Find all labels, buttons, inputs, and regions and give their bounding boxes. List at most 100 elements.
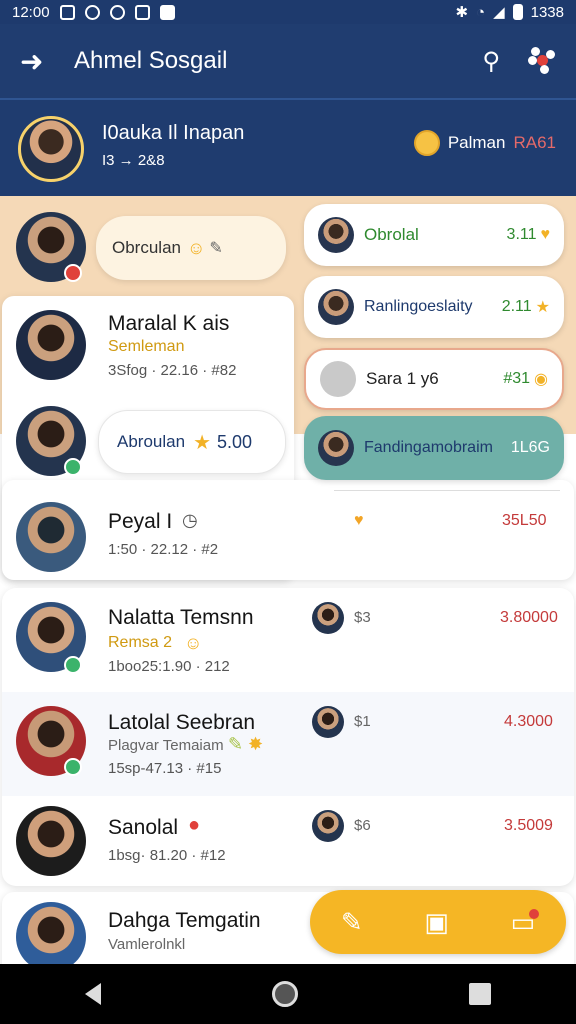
chip-avatar [318,430,354,466]
sparkle-icon: ✸ [248,734,264,754]
row-count: $3 [354,609,371,626]
page-title: Ahmel Sosgail [74,47,228,74]
row-value: 3.80000 [500,609,558,626]
avatar[interactable] [16,902,86,972]
coin-icon: ◉ [534,371,548,388]
smile-icon: ☺ [184,633,203,653]
row-value: 3.5009 [504,817,553,834]
chip-label: Obrolal [364,225,419,244]
row-tag: Plagvar Temaiam [108,737,224,754]
chip-avatar [318,289,354,325]
row-tag: Vamlerolnkl [108,936,186,953]
profile-avatar[interactable] [18,116,84,182]
wallet-icon[interactable]: ▭ [511,907,540,938]
status-battery-text: 1338 [530,3,564,21]
dots-cluster-icon[interactable] [528,47,556,75]
shield-icon [109,4,125,20]
camera-icon[interactable]: ▣ [424,907,449,938]
star-icon: ★ [193,431,211,454]
signal-icon: ◢ [493,4,505,21]
battery-icon [512,4,523,20]
system-nav-bar [0,964,576,1024]
gmail-icon [59,4,75,20]
coin-balance[interactable]: Palman RA61 [413,130,556,156]
mini-avatar [312,810,344,842]
chip-ranling[interactable]: Ranlingoeslaity 2.11 ★ [304,276,564,338]
row-meta: 15sp-47.13 · #15 [108,760,222,777]
reaction-pill[interactable]: Obrculan ☺ ✎ [96,216,286,280]
timer-icon: ◷ [182,510,198,530]
chip-avatar [318,217,354,253]
square-icon [159,4,175,20]
row-name: Latolal Seebran [108,711,256,734]
nav-recents-button[interactable] [468,983,491,1005]
row-value: 35L50 [502,512,547,529]
chip-value: #31 [503,370,531,387]
mini-avatar [312,602,344,634]
star-icon: ★ [535,299,550,316]
app-bar: ➜ Ahmel Sosgail ⚲ [0,24,576,98]
row-value: 4.3000 [504,713,553,730]
chip-sara[interactable]: Sara 1 y6 #31 ◉ [304,348,564,410]
row-meta: 1bsg· 81.20 · #12 [108,847,226,864]
bluetooth-icon: ✱ [455,4,469,21]
row-name: Sanolal [108,816,179,839]
status-bar: 12:00 ✱ ◔ ◢ 1338 [0,0,576,24]
notification-dot [529,908,540,919]
camera-icon [84,4,100,20]
nav-back-button[interactable] [85,983,102,1005]
divider [334,490,560,491]
row-name: Peyal I [108,510,173,533]
avatar[interactable] [16,806,86,876]
chip-value: 1L6G [510,439,550,456]
rating-pill[interactable]: Abroulan ★ 5.00 [98,410,286,474]
profile-header[interactable]: I0auka Il Inapan I3 → 2&8 Palman RA61 [0,98,576,196]
feather-icon[interactable]: ✎ [341,907,363,938]
row-count: $1 [354,713,371,730]
chip-value: 2.11 [501,298,532,315]
search-icon[interactable]: ⚲ [482,47,500,76]
chip-value: 3.11 [506,226,537,243]
featured-meta: 3Sfog · 22.16 · #82 [108,362,237,379]
status-badge [64,264,82,282]
smile-icon: ☺ [186,237,206,258]
verified-badge [64,758,82,776]
chip-label: Ranlingoeslaity [364,298,473,315]
verified-badge [64,458,82,476]
pill-label: Obrculan [112,238,181,257]
pencil-icon: ✎ [209,240,223,257]
chat-icon: ● [188,814,201,836]
profile-name: I0auka Il Inapan [102,122,245,144]
featured-name: Maralal K ais [108,312,230,335]
chip-label: Fandingamobraim [364,439,493,456]
rating-label: Abroulan [117,432,186,451]
row-name: Dahga Temgatin [108,909,261,932]
featured-tag: Semleman [108,338,185,355]
row-count: $6 [354,817,371,834]
row-meta: 1boo25:1.90 · 212 [108,658,230,675]
row-stripe [2,692,574,796]
wifi-icon: ◔ [476,3,486,21]
row-tag: Remsa 2 [108,634,173,651]
coin-label: Palman [447,133,506,152]
pencil-icon: ✎ [228,734,244,754]
row-meta: 1:50 · 22.12 · #2 [108,541,219,558]
back-arrow-icon[interactable]: ➜ [20,45,56,78]
coin-value: RA61 [513,133,556,152]
action-bar: ✎ ▣ ▭ [310,890,566,954]
chip-fanding[interactable]: Fandingamobraim 1L6G [304,416,564,480]
mini-avatar [312,706,344,738]
row-name: Nalatta Temsnn [108,606,254,629]
avatar[interactable] [16,310,86,380]
app-icon [134,4,150,20]
coin-icon [413,130,440,156]
feather-icon [320,361,356,397]
heart-icon: ♥ [540,226,551,243]
chip-label: Sara 1 y6 [366,369,439,388]
rating-value: 5.00 [217,431,253,452]
avatar[interactable] [16,502,86,572]
verified-badge [64,656,82,674]
chip-obrolal[interactable]: Obrolal 3.11 ♥ [304,204,564,266]
list-card-bg [2,480,574,580]
nav-home-button[interactable] [271,981,298,1007]
